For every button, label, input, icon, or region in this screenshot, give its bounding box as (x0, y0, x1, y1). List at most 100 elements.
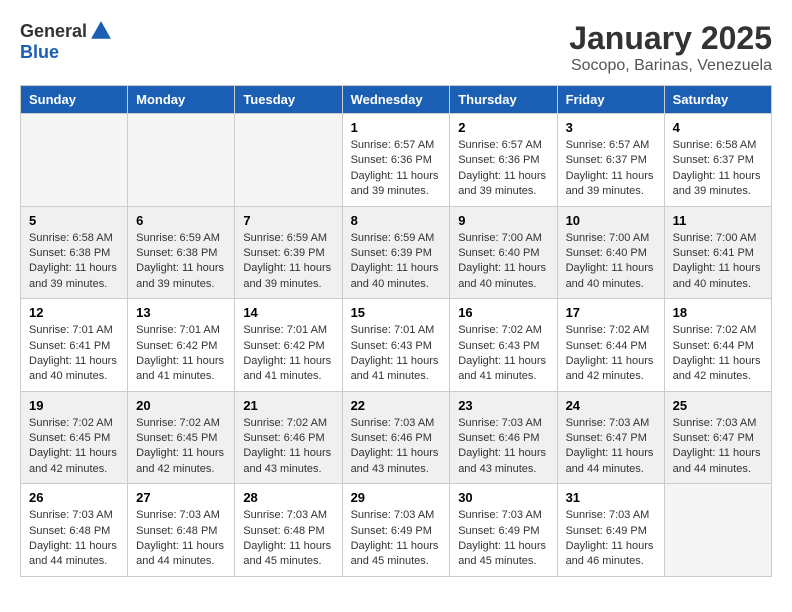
day-info: Sunrise: 6:59 AMSunset: 6:38 PMDaylight:… (136, 231, 226, 293)
day-number: 9 (458, 213, 548, 228)
calendar-day: 6 Sunrise: 6:59 AMSunset: 6:38 PMDaylight… (128, 206, 235, 299)
day-info: Sunrise: 6:57 AMSunset: 6:37 PMDaylight:… (566, 138, 656, 200)
day-number: 20 (136, 398, 226, 413)
calendar-day: 19 Sunrise: 7:02 AMSunset: 6:45 PMDayligh… (21, 391, 128, 484)
calendar-day: 22Sunrise: 7:03 AMSunset: 6:46 PMDayligh… (342, 391, 450, 484)
day-number: 26 (29, 490, 119, 505)
logo-general: General (20, 21, 87, 42)
calendar-day (21, 114, 128, 207)
calendar-day (235, 114, 342, 207)
day-number: 10 (566, 213, 656, 228)
day-number: 21 (243, 398, 333, 413)
day-info: Sunrise: 6:57 AMSunset: 6:36 PMDaylight:… (351, 138, 442, 200)
day-info: Sunrise: 6:59 AMSunset: 6:39 PMDaylight:… (243, 231, 333, 293)
calendar-day: 9 Sunrise: 7:00 AMSunset: 6:40 PMDaylight… (450, 206, 557, 299)
day-info: Sunrise: 7:02 AMSunset: 6:43 PMDaylight:… (458, 323, 548, 385)
logo: GeneralBlue (20, 20, 115, 63)
day-info: Sunrise: 7:03 AMSunset: 6:49 PMDaylight:… (458, 508, 548, 570)
day-header-saturday: Saturday (664, 86, 771, 114)
calendar-day (128, 114, 235, 207)
page-subtitle: Socopo, Barinas, Venezuela (569, 57, 772, 75)
day-number: 28 (243, 490, 333, 505)
calendar-day: 13Sunrise: 7:01 AMSunset: 6:42 PMDayligh… (128, 299, 235, 392)
calendar-day (664, 484, 771, 577)
day-number: 5 (29, 213, 119, 228)
day-info: Sunrise: 7:03 AMSunset: 6:46 PMDaylight:… (458, 416, 548, 478)
day-number: 23 (458, 398, 548, 413)
calendar-day: 16 Sunrise: 7:02 AMSunset: 6:43 PMDayligh… (450, 299, 557, 392)
day-number: 4 (673, 120, 763, 135)
day-info: Sunrise: 6:57 AMSunset: 6:36 PMDaylight:… (458, 138, 548, 200)
page-title: January 2025 (569, 20, 772, 57)
logo-blue: Blue (20, 42, 59, 63)
calendar-day: 1 Sunrise: 6:57 AMSunset: 6:36 PMDaylight… (342, 114, 450, 207)
calendar-day: 28 Sunrise: 7:03 AMSunset: 6:48 PMDayligh… (235, 484, 342, 577)
day-info: Sunrise: 7:03 AMSunset: 6:48 PMDaylight:… (29, 508, 119, 570)
calendar-day: 4 Sunrise: 6:58 AMSunset: 6:37 PMDaylight… (664, 114, 771, 207)
day-number: 18 (673, 305, 763, 320)
calendar-day: 26 Sunrise: 7:03 AMSunset: 6:48 PMDayligh… (21, 484, 128, 577)
day-info: Sunrise: 7:03 AMSunset: 6:47 PMDaylight:… (566, 416, 656, 478)
calendar-day: 27Sunrise: 7:03 AMSunset: 6:48 PMDayligh… (128, 484, 235, 577)
day-info: Sunrise: 7:02 AMSunset: 6:44 PMDaylight:… (566, 323, 656, 385)
day-info: Sunrise: 7:01 AMSunset: 6:43 PMDaylight:… (351, 323, 442, 385)
day-info: Sunrise: 7:03 AMSunset: 6:48 PMDaylight:… (136, 508, 226, 570)
day-header-thursday: Thursday (450, 86, 557, 114)
calendar-day: 5 Sunrise: 6:58 AMSunset: 6:38 PMDaylight… (21, 206, 128, 299)
day-number: 8 (351, 213, 442, 228)
day-header-friday: Friday (557, 86, 664, 114)
day-number: 31 (566, 490, 656, 505)
calendar-day: 29Sunrise: 7:03 AMSunset: 6:49 PMDayligh… (342, 484, 450, 577)
day-info: Sunrise: 7:03 AMSunset: 6:49 PMDaylight:… (351, 508, 442, 570)
day-info: Sunrise: 7:02 AMSunset: 6:45 PMDaylight:… (136, 416, 226, 478)
day-number: 16 (458, 305, 548, 320)
day-info: Sunrise: 7:03 AMSunset: 6:47 PMDaylight:… (673, 416, 763, 478)
day-info: Sunrise: 7:00 AMSunset: 6:41 PMDaylight:… (673, 231, 763, 293)
calendar-day: 24Sunrise: 7:03 AMSunset: 6:47 PMDayligh… (557, 391, 664, 484)
day-number: 12 (29, 305, 119, 320)
day-header-wednesday: Wednesday (342, 86, 450, 114)
day-info: Sunrise: 7:00 AMSunset: 6:40 PMDaylight:… (458, 231, 548, 293)
calendar-day: 23 Sunrise: 7:03 AMSunset: 6:46 PMDayligh… (450, 391, 557, 484)
day-number: 3 (566, 120, 656, 135)
calendar-day: 10Sunrise: 7:00 AMSunset: 6:40 PMDayligh… (557, 206, 664, 299)
day-info: Sunrise: 7:02 AMSunset: 6:46 PMDaylight:… (243, 416, 333, 478)
calendar-day: 15 Sunrise: 7:01 AMSunset: 6:43 PMDayligh… (342, 299, 450, 392)
day-number: 11 (673, 213, 763, 228)
day-number: 30 (458, 490, 548, 505)
calendar-day: 12Sunrise: 7:01 AMSunset: 6:41 PMDayligh… (21, 299, 128, 392)
day-number: 2 (458, 120, 548, 135)
day-info: Sunrise: 7:03 AMSunset: 6:49 PMDaylight:… (566, 508, 656, 570)
calendar-day: 18Sunrise: 7:02 AMSunset: 6:44 PMDayligh… (664, 299, 771, 392)
calendar-day: 20 Sunrise: 7:02 AMSunset: 6:45 PMDayligh… (128, 391, 235, 484)
day-info: Sunrise: 7:03 AMSunset: 6:48 PMDaylight:… (243, 508, 333, 570)
day-number: 7 (243, 213, 333, 228)
day-header-sunday: Sunday (21, 86, 128, 114)
calendar-day: 21 Sunrise: 7:02 AMSunset: 6:46 PMDayligh… (235, 391, 342, 484)
day-number: 6 (136, 213, 226, 228)
calendar-day: 2 Sunrise: 6:57 AMSunset: 6:36 PMDaylight… (450, 114, 557, 207)
day-number: 13 (136, 305, 226, 320)
calendar-day: 31 Sunrise: 7:03 AMSunset: 6:49 PMDayligh… (557, 484, 664, 577)
day-header-tuesday: Tuesday (235, 86, 342, 114)
day-info: Sunrise: 6:58 AMSunset: 6:38 PMDaylight:… (29, 231, 119, 293)
calendar-day: 8 Sunrise: 6:59 AMSunset: 6:39 PMDaylight… (342, 206, 450, 299)
calendar-header-row: SundayMondayTuesdayWednesdayThursdayFrid… (21, 86, 772, 114)
day-number: 1 (351, 120, 442, 135)
day-number: 17 (566, 305, 656, 320)
calendar-week-5: 26 Sunrise: 7:03 AMSunset: 6:48 PMDayligh… (21, 484, 772, 577)
day-number: 15 (351, 305, 442, 320)
calendar-week-3: 12Sunrise: 7:01 AMSunset: 6:41 PMDayligh… (21, 299, 772, 392)
day-info: Sunrise: 6:59 AMSunset: 6:39 PMDaylight:… (351, 231, 442, 293)
day-info: Sunrise: 6:58 AMSunset: 6:37 PMDaylight:… (673, 138, 763, 200)
calendar-week-1: 1 Sunrise: 6:57 AMSunset: 6:36 PMDaylight… (21, 114, 772, 207)
logo-icon (90, 20, 112, 42)
page-header: GeneralBlue January 2025Socopo, Barinas, … (20, 20, 772, 75)
day-number: 19 (29, 398, 119, 413)
day-info: Sunrise: 7:02 AMSunset: 6:45 PMDaylight:… (29, 416, 119, 478)
calendar-table: SundayMondayTuesdayWednesdayThursdayFrid… (20, 85, 772, 577)
day-number: 25 (673, 398, 763, 413)
calendar-day: 25 Sunrise: 7:03 AMSunset: 6:47 PMDayligh… (664, 391, 771, 484)
calendar-week-2: 5 Sunrise: 6:58 AMSunset: 6:38 PMDaylight… (21, 206, 772, 299)
day-header-monday: Monday (128, 86, 235, 114)
